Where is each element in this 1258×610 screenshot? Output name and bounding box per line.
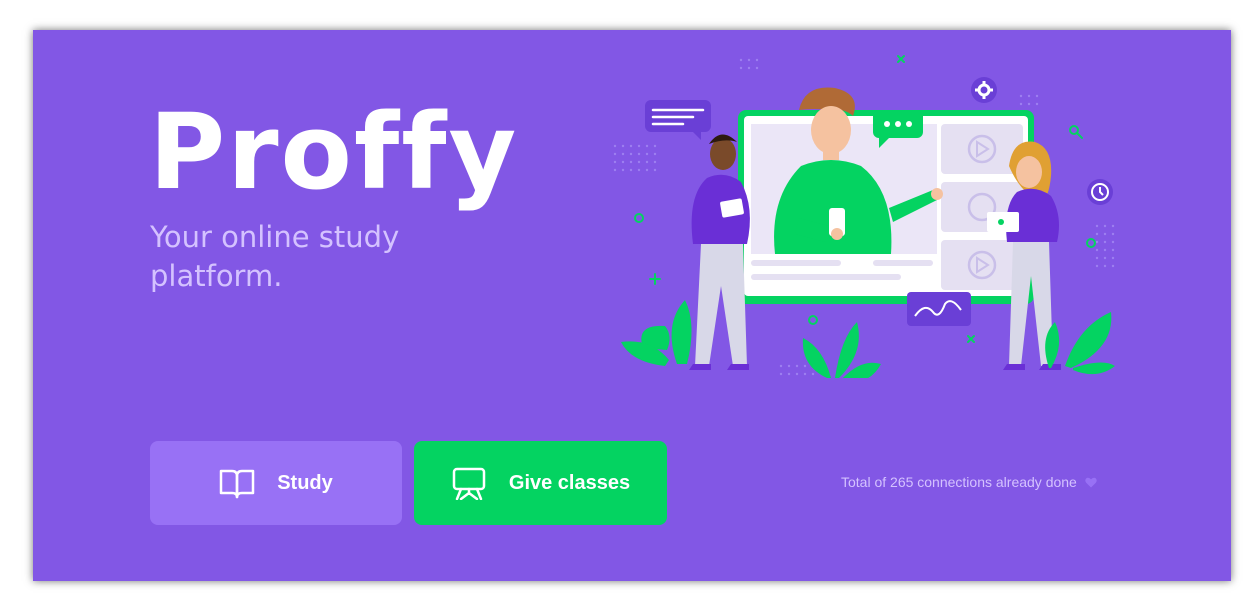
online-class-illustration bbox=[613, 55, 1115, 378]
cross-icon bbox=[967, 335, 975, 343]
landing-page: Proffy Your online study platform. Study… bbox=[33, 30, 1231, 581]
plus-icon bbox=[649, 273, 661, 285]
ring-icon bbox=[1086, 238, 1096, 248]
book-open-icon bbox=[219, 467, 255, 499]
note-bubble-icon bbox=[645, 100, 711, 140]
presentation-board-icon bbox=[451, 466, 487, 500]
cross-icon bbox=[897, 55, 905, 63]
connections-text: Total of 265 connections already done bbox=[841, 474, 1077, 490]
connections-counter: Total of 265 connections already done bbox=[841, 474, 1097, 490]
chart-card-icon bbox=[907, 292, 971, 326]
study-button[interactable]: Study bbox=[150, 441, 402, 525]
ring-icon bbox=[808, 315, 818, 325]
ring-icon bbox=[634, 213, 644, 223]
clock-icon bbox=[1087, 179, 1113, 205]
give-classes-button[interactable]: Give classes bbox=[414, 441, 667, 525]
tagline: Your online study platform. bbox=[150, 220, 400, 293]
proffy-logo: Proffy bbox=[149, 91, 519, 213]
study-button-label: Study bbox=[277, 471, 333, 494]
heart-icon bbox=[1085, 477, 1097, 488]
gear-icon bbox=[971, 77, 997, 103]
give-classes-button-label: Give classes bbox=[508, 471, 631, 494]
